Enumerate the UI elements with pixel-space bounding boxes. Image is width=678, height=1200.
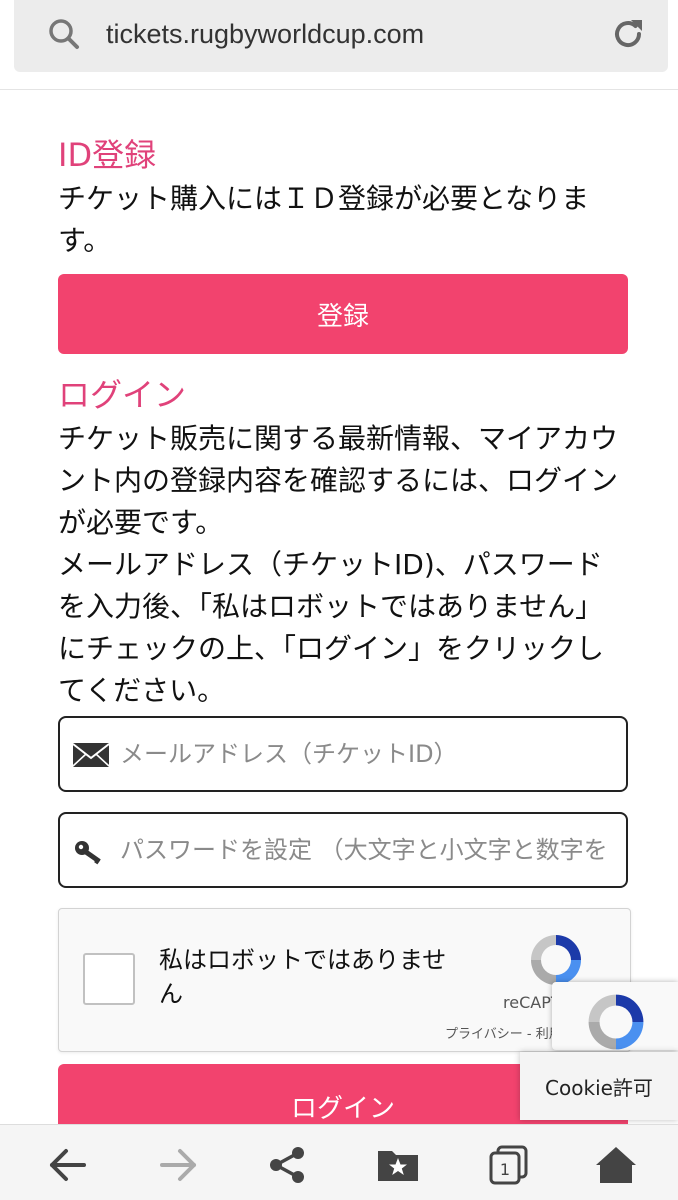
recaptcha-badge-icon [588,994,644,1050]
url-text[interactable]: tickets.rugbyworldcup.com [106,14,424,54]
bookmark-folder-icon[interactable] [376,1145,420,1185]
key-icon [75,841,101,865]
password-input[interactable] [120,814,624,886]
recaptcha-label: 私はロボットではありません [159,946,447,1008]
register-section: ID登録 チケット購入にはＩＤ登録が必要となります。 [58,132,628,262]
browser-bottom-bar: 1 [0,1124,678,1200]
reload-icon[interactable] [608,14,648,54]
svg-text:1: 1 [500,1160,510,1179]
share-icon[interactable] [266,1145,310,1185]
password-field-container[interactable] [58,812,628,888]
login-description: チケット販売に関する最新情報、マイアカウント内の登録内容を確認するには、ログイン… [58,418,628,712]
recaptcha-badge[interactable] [552,982,678,1050]
register-button[interactable]: 登録 [58,274,628,354]
cookie-consent-button[interactable]: Cookie許可 [520,1052,678,1120]
login-description-2: メールアドレス（チケットID)、パスワードを入力後、「私はロボットではありません… [58,548,605,707]
home-icon[interactable] [594,1145,638,1185]
register-description: チケット購入にはＩＤ登録が必要となります。 [58,182,590,257]
tabs-icon[interactable]: 1 [486,1145,530,1185]
forward-arrow-icon[interactable] [156,1145,200,1185]
register-title: ID登録 [58,136,157,174]
envelope-icon [72,743,110,767]
email-input[interactable] [120,718,624,790]
recaptcha-widget: 私はロボットではありません reCAPTCHA プライバシー - 利用規約 [58,908,631,1052]
login-title: ログイン [58,376,187,414]
address-bar[interactable]: tickets.rugbyworldcup.com [14,0,668,72]
email-field-container[interactable] [58,716,628,792]
search-icon[interactable] [44,14,84,54]
back-arrow-icon[interactable] [46,1145,90,1185]
browser-top-bar: tickets.rugbyworldcup.com [0,0,678,90]
recaptcha-checkbox[interactable] [83,953,135,1005]
login-description-1: チケット販売に関する最新情報、マイアカウント内の登録内容を確認するには、ログイン… [58,422,619,539]
